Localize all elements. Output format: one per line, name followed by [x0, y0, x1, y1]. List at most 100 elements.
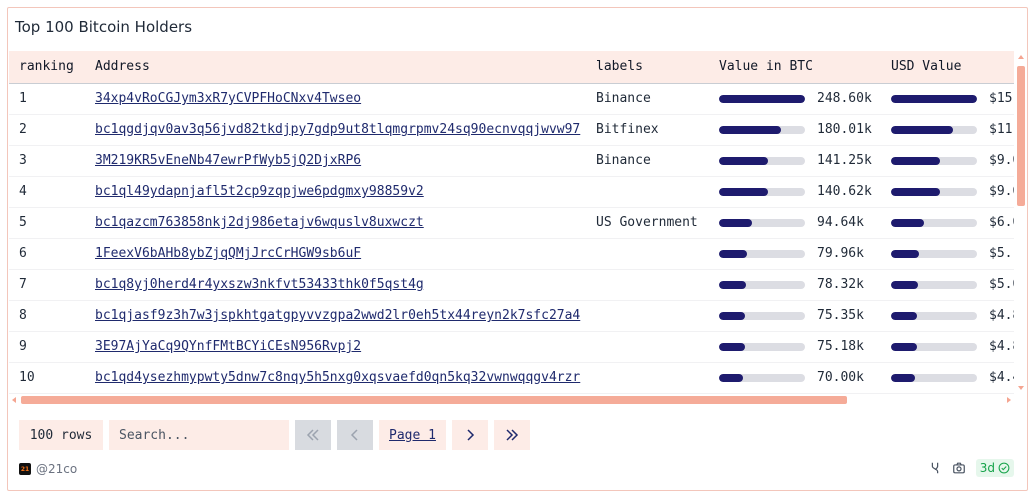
- btc-value-text: 141.25k: [817, 153, 872, 168]
- btc-value-cell: 141.25k: [709, 145, 881, 177]
- column-header-labels[interactable]: labels: [586, 51, 709, 84]
- rank-cell: 4: [9, 176, 85, 208]
- btc-value-bar-fill: [719, 311, 746, 320]
- rank-cell: 3: [9, 145, 85, 177]
- address-cell: 34xp4vRoCGJym3xR7yCVPFHoCNxv4Twseo: [85, 83, 586, 115]
- table-row: 10 bc1qd4ysezhmypwty5dnw7c8nqy5h5nxg0xqs…: [9, 362, 1014, 394]
- rank-cell: 5: [9, 207, 85, 239]
- usd-value-cell: $4.4: [881, 362, 1014, 394]
- btc-value-bar: [719, 94, 805, 103]
- label-cell: Binance: [586, 145, 709, 177]
- author-handle[interactable]: @21co: [36, 462, 77, 476]
- usd-value-bar-fill: [891, 280, 919, 289]
- btc-value-text: 75.35k: [817, 308, 864, 323]
- btc-value-bar: [719, 311, 805, 320]
- btc-value-text: 78.32k: [817, 277, 864, 292]
- table-header-row: ranking Address labels Value in BTC USD …: [9, 51, 1014, 84]
- search-input[interactable]: [109, 420, 289, 450]
- address-link[interactable]: 34xp4vRoCGJym3xR7yCVPFHoCNxv4Twseo: [95, 91, 361, 106]
- address-link[interactable]: bc1q8yj0herd4r4yxszw3nkfvt53433thk0f5qst…: [95, 277, 424, 292]
- current-page-label[interactable]: Page 1: [379, 420, 446, 450]
- column-header-value-btc[interactable]: Value in BTC: [709, 51, 881, 84]
- usd-value-cell: $5.0: [881, 269, 1014, 301]
- btc-value-cell: 180.01k: [709, 114, 881, 146]
- table-row: 1 34xp4vRoCGJym3xR7yCVPFHoCNxv4Twseo Bin…: [9, 83, 1014, 115]
- btc-value-bar: [719, 218, 805, 227]
- address-link[interactable]: bc1qgdjqv0av3q56jvd82tkdjpy7gdp9ut8tlqmg…: [95, 122, 580, 137]
- previous-page-button[interactable]: [337, 420, 373, 450]
- scroll-right-arrow-icon[interactable]: [1007, 397, 1011, 403]
- btc-value-text: 75.18k: [817, 339, 864, 354]
- usd-value-text: $4.8: [989, 339, 1014, 354]
- table-row: 4 bc1ql49ydapnjafl5t2cp9zqpjwe6pdgmxy988…: [9, 176, 1014, 208]
- btc-value-bar: [719, 187, 805, 196]
- table-body: 1 34xp4vRoCGJym3xR7yCVPFHoCNxv4Twseo Bin…: [9, 83, 1014, 394]
- usd-value-text: $9.0: [989, 153, 1014, 168]
- table-row: 9 3E97AjYaCq9QYnfFMtBCYiCEsN956Rvpj2 75.…: [9, 331, 1014, 363]
- usd-value-bar: [891, 187, 977, 196]
- double-chevron-left-icon: [306, 429, 319, 441]
- address-link[interactable]: 1FeexV6bAHb8ybZjqQMjJrcCrHGW9sb6uF: [95, 246, 361, 261]
- label-cell: Bitfinex: [586, 114, 709, 146]
- btc-value-bar-fill: [719, 280, 747, 289]
- freshness-badge: 3d: [975, 459, 1014, 477]
- fork-icon[interactable]: [928, 461, 942, 475]
- btc-value-cell: 75.18k: [709, 331, 881, 363]
- usd-value-bar: [891, 125, 977, 134]
- horizontal-scrollbar[interactable]: [9, 394, 1014, 406]
- usd-value-bar-fill: [891, 342, 917, 351]
- address-link[interactable]: 3E97AjYaCq9QYnfFMtBCYiCEsN956Rvpj2: [95, 339, 361, 354]
- usd-value-bar: [891, 156, 977, 165]
- rank-cell: 8: [9, 300, 85, 332]
- column-header-address[interactable]: Address: [85, 51, 586, 84]
- freshness-age: 3d: [979, 461, 995, 475]
- usd-value-bar: [891, 311, 977, 320]
- table-row: 6 1FeexV6bAHb8ybZjqQMjJrcCrHGW9sb6uF 79.…: [9, 238, 1014, 270]
- rank-cell: 10: [9, 362, 85, 394]
- camera-icon[interactable]: [952, 461, 966, 475]
- address-link[interactable]: 3M219KR5vEneNb47ewrPfWyb5jQ2DjxRP6: [95, 153, 361, 168]
- rank-cell: 7: [9, 269, 85, 301]
- btc-value-bar-fill: [719, 187, 768, 196]
- scroll-up-arrow-icon[interactable]: [1018, 55, 1024, 59]
- next-page-button[interactable]: [451, 420, 488, 450]
- usd-value-text: $5.1: [989, 246, 1014, 261]
- btc-value-bar: [719, 280, 805, 289]
- rank-cell: 2: [9, 114, 85, 146]
- usd-value-bar: [891, 94, 977, 103]
- usd-value-text: $4.4: [989, 370, 1014, 385]
- author-attribution[interactable]: 21 @21co: [19, 462, 77, 476]
- vertical-scroll-thumb[interactable]: [1017, 66, 1025, 206]
- btc-value-bar-fill: [719, 249, 747, 258]
- btc-value-bar-fill: [719, 218, 752, 227]
- address-link[interactable]: bc1qazcm763858nkj2dj986etajv6wquslv8uxwc…: [95, 215, 424, 230]
- column-header-ranking[interactable]: ranking: [9, 51, 85, 84]
- vertical-scrollbar[interactable]: [1014, 51, 1027, 394]
- scroll-down-arrow-icon[interactable]: [1018, 386, 1024, 390]
- address-link[interactable]: bc1ql49ydapnjafl5t2cp9zqpjwe6pdgmxy98859…: [95, 184, 424, 199]
- usd-value-bar-fill: [891, 218, 924, 227]
- address-cell: bc1ql49ydapnjafl5t2cp9zqpjwe6pdgmxy98859…: [85, 176, 586, 208]
- first-page-button[interactable]: [295, 420, 331, 450]
- label-cell: [586, 176, 709, 208]
- usd-value-text: $9.0: [989, 184, 1014, 199]
- scroll-left-arrow-icon[interactable]: [12, 397, 16, 403]
- usd-value-bar-fill: [891, 156, 940, 165]
- horizontal-scroll-thumb[interactable]: [21, 396, 847, 404]
- address-link[interactable]: bc1qd4ysezhmypwty5dnw7c8nqy5h5nxg0xqsvae…: [95, 370, 580, 385]
- address-cell: bc1qd4ysezhmypwty5dnw7c8nqy5h5nxg0xqsvae…: [85, 362, 586, 394]
- results-table-container[interactable]: ranking Address labels Value in BTC USD …: [9, 51, 1014, 394]
- rank-cell: 6: [9, 238, 85, 270]
- usd-value-cell: $4.8: [881, 331, 1014, 363]
- usd-value-bar: [891, 280, 977, 289]
- chevron-right-icon: [467, 429, 475, 441]
- btc-value-bar-fill: [719, 156, 768, 165]
- address-link[interactable]: bc1qjasf9z3h7w3jspkhtgatgpyvvzgpa2wwd2lr…: [95, 308, 580, 323]
- column-header-usd-value[interactable]: USD Value: [881, 51, 1014, 84]
- last-page-button[interactable]: [493, 420, 530, 450]
- address-cell: 3E97AjYaCq9QYnfFMtBCYiCEsN956Rvpj2: [85, 331, 586, 363]
- label-cell: Binance: [586, 83, 709, 115]
- btc-value-bar: [719, 249, 805, 258]
- usd-value-bar: [891, 373, 977, 382]
- btc-value-bar: [719, 125, 805, 134]
